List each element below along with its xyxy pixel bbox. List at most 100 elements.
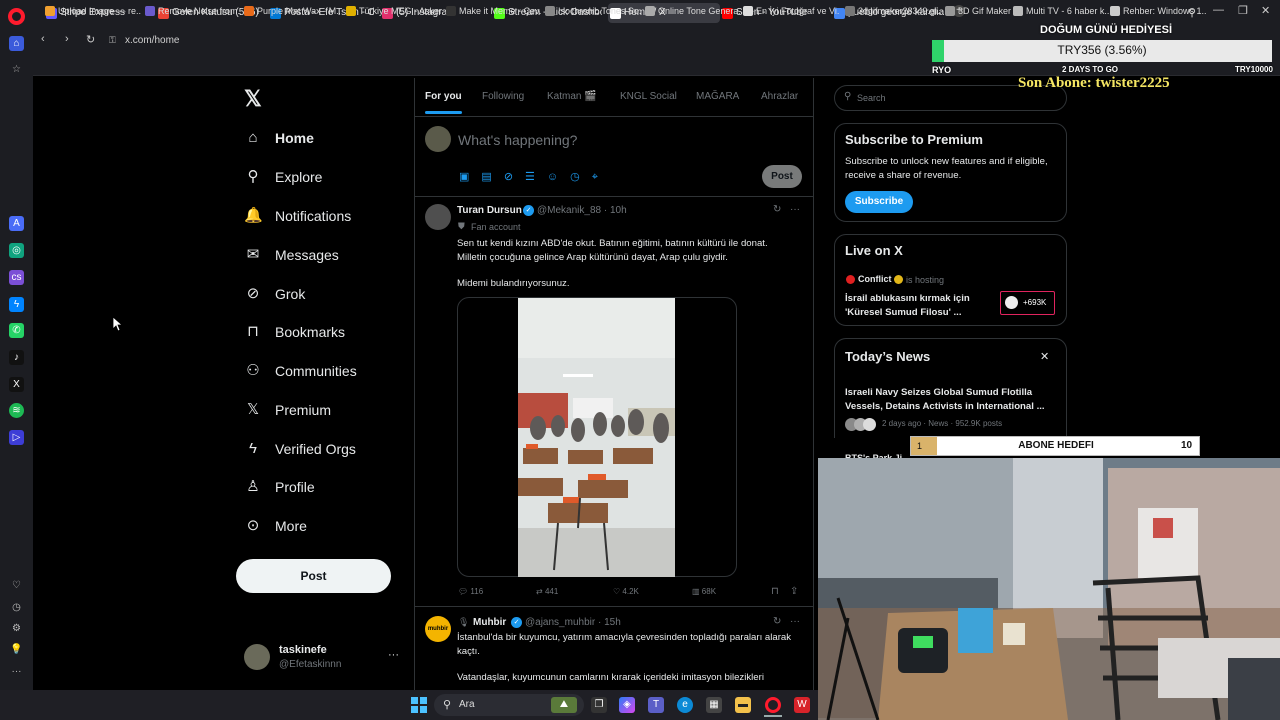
- post-button[interactable]: Post: [236, 559, 391, 593]
- bookmark-item[interactable]: Upload Image — re...: [45, 4, 141, 18]
- bookmark-item[interactable]: Make it Meme - Çev...: [446, 4, 542, 18]
- spotify-icon[interactable]: ≋: [9, 403, 24, 418]
- settings-gear-icon[interactable]: ⚙: [9, 621, 24, 636]
- account-more-icon[interactable]: ···: [388, 649, 399, 661]
- bookmark-tweet-icon[interactable]: ⊓: [771, 586, 779, 597]
- tweet-handle[interactable]: @ajans_muhbir · 15h: [525, 617, 621, 628]
- tweet-more-icon[interactable]: ···: [790, 616, 800, 627]
- views-action[interactable]: ▥ 68K: [692, 587, 716, 596]
- subscribe-button[interactable]: Subscribe: [845, 191, 913, 213]
- aria-icon[interactable]: A: [9, 216, 24, 231]
- tweet-video-thumbnail[interactable]: [518, 298, 675, 577]
- emoji-icon[interactable]: ☺: [547, 171, 570, 183]
- x-side-icon[interactable]: X: [9, 377, 24, 392]
- bookmark-item[interactable]: Türkiye MEG - Asker...: [346, 4, 442, 18]
- bulb-icon[interactable]: 💡: [9, 642, 24, 657]
- bookmark-item[interactable]: Multi TV - 6 haber k...: [1013, 4, 1109, 18]
- bookmark-item[interactable]: En İyi Fotoğraf ve Vi...: [743, 4, 839, 18]
- tweet-handle[interactable]: @Mekanik_88 · 10h: [537, 205, 627, 216]
- teams-icon[interactable]: T: [648, 697, 664, 713]
- nav-item-explore[interactable]: ⚲ Explore: [244, 162, 323, 192]
- feed-tab[interactable]: Ahrazlar: [761, 91, 798, 102]
- copilot-taskbar-icon[interactable]: ◈: [619, 697, 635, 713]
- close-window-icon[interactable]: ✕: [1261, 4, 1270, 17]
- nav-item-bookmarks[interactable]: ⊓ Bookmarks: [244, 317, 345, 347]
- schedule-icon[interactable]: ◷: [570, 171, 592, 183]
- nav-item-premium[interactable]: 𝕏 Premium: [244, 395, 331, 425]
- star-icon[interactable]: ☆: [9, 62, 24, 77]
- heart-icon[interactable]: ♡: [9, 578, 24, 593]
- bookmark-item[interactable]: Isochronic Tones So...: [545, 4, 641, 18]
- bookmark-item[interactable]: Purple Mat Wax - M...: [244, 4, 340, 18]
- live-host-name[interactable]: Conflict: [858, 274, 892, 284]
- grok-compose-icon[interactable]: ⊘: [504, 171, 525, 183]
- share-icon[interactable]: ⇪: [790, 586, 798, 597]
- gif-icon[interactable]: ▤: [481, 171, 503, 183]
- nav-item-home[interactable]: ⌂ Home: [244, 123, 313, 153]
- nav-item-more[interactable]: ⊙ More: [244, 511, 307, 541]
- nav-item-communities[interactable]: ⚇ Communities: [244, 356, 356, 386]
- feed-tab[interactable]: KNGL Social: [620, 91, 677, 102]
- feed-tab[interactable]: MAĞARA: [696, 91, 739, 102]
- reload-icon[interactable]: ↻: [86, 33, 95, 46]
- news-headline[interactable]: Israeli Navy Seizes Global Sumud Flotill…: [845, 386, 1055, 413]
- compose-input[interactable]: What's happening?: [458, 132, 577, 148]
- home-icon[interactable]: ⌂: [9, 36, 24, 51]
- tweet-author-name[interactable]: Turan Dursun: [457, 205, 522, 216]
- feed-tab[interactable]: Following: [482, 91, 524, 102]
- bookmark-item[interactable]: Online Tone Genera...: [645, 4, 741, 18]
- bookmark-item[interactable]: 3D Gif Maker: [945, 4, 1011, 18]
- grok-tweet-icon[interactable]: ↻: [773, 616, 781, 627]
- live-headline[interactable]: İsrail ablukasını kırmak için 'Küresel S…: [845, 292, 995, 319]
- close-news-icon[interactable]: ✕: [1040, 350, 1049, 363]
- reply-action[interactable]: 💬︎ 116: [458, 587, 483, 596]
- image-icon[interactable]: ▣: [459, 171, 481, 183]
- nav-item-messages[interactable]: ✉ Messages: [244, 240, 339, 270]
- office-icon[interactable]: W: [794, 697, 810, 713]
- nav-item-notifications[interactable]: 🔔 Notifications: [244, 201, 351, 231]
- account-avatar[interactable]: [244, 644, 270, 670]
- chatgpt-icon[interactable]: ◎: [9, 243, 24, 258]
- feed-tab[interactable]: Katman 🎬: [547, 91, 597, 102]
- bookmark-item[interactable]: 3dgifmaker28349.gi...: [845, 4, 941, 18]
- search-highlight-icon[interactable]: ⛰: [551, 697, 577, 713]
- url-input[interactable]: x.com/home: [99, 31, 919, 51]
- grok-tweet-icon[interactable]: ↻: [773, 204, 781, 215]
- views-count: 68K: [701, 587, 717, 596]
- muhbir-avatar[interactable]: muhbir: [425, 616, 451, 642]
- store-icon[interactable]: ▦: [706, 697, 722, 713]
- like-action[interactable]: ♡ 4.2K: [613, 587, 639, 596]
- task-view-icon[interactable]: ❐: [591, 697, 607, 713]
- bookmark-item[interactable]: Rehber: Windows 1...: [1110, 4, 1206, 18]
- location-icon[interactable]: ⌖: [592, 171, 610, 183]
- compose-post-button[interactable]: Post: [762, 165, 802, 188]
- maximize-icon[interactable]: ❐: [1238, 4, 1248, 17]
- more-dots-icon[interactable]: ···: [9, 664, 24, 679]
- messenger-icon[interactable]: ϟ: [9, 297, 24, 312]
- file-explorer-icon[interactable]: ▬: [735, 697, 751, 713]
- tweet-author-name[interactable]: Muhbir: [473, 617, 506, 628]
- nav-item-verified-orgs[interactable]: ϟ Verified Orgs: [244, 434, 356, 464]
- forward-icon[interactable]: ›: [65, 33, 69, 45]
- repost-action[interactable]: ⇄ 441: [536, 587, 558, 596]
- player-icon[interactable]: ▷: [9, 430, 24, 445]
- feed-tab[interactable]: For you: [425, 91, 462, 102]
- history-icon[interactable]: ◷: [9, 600, 24, 615]
- nav-item-profile[interactable]: ♙ Profile: [244, 472, 314, 502]
- tiktok-icon[interactable]: ♪: [9, 350, 24, 365]
- back-icon[interactable]: ‹: [41, 33, 45, 45]
- edge-icon[interactable]: e: [677, 697, 693, 713]
- opera-taskbar-icon[interactable]: [765, 697, 781, 713]
- copilot-icon[interactable]: cs: [9, 270, 24, 285]
- bookmark-item[interactable]: Remove Noise from...: [145, 4, 241, 18]
- x-logo-icon[interactable]: 𝕏: [244, 86, 262, 112]
- poll-icon[interactable]: ☰: [525, 171, 547, 183]
- tweet-avatar[interactable]: [425, 204, 451, 230]
- windows-start-icon[interactable]: [411, 697, 427, 713]
- opera-logo-icon[interactable]: [8, 8, 25, 25]
- minimize-icon[interactable]: —: [1213, 4, 1224, 16]
- tweet-more-icon[interactable]: ···: [790, 204, 800, 215]
- compose-avatar[interactable]: [425, 126, 451, 152]
- nav-item-grok[interactable]: ⊘ Grok: [244, 279, 306, 309]
- whatsapp-icon[interactable]: ✆: [9, 323, 24, 338]
